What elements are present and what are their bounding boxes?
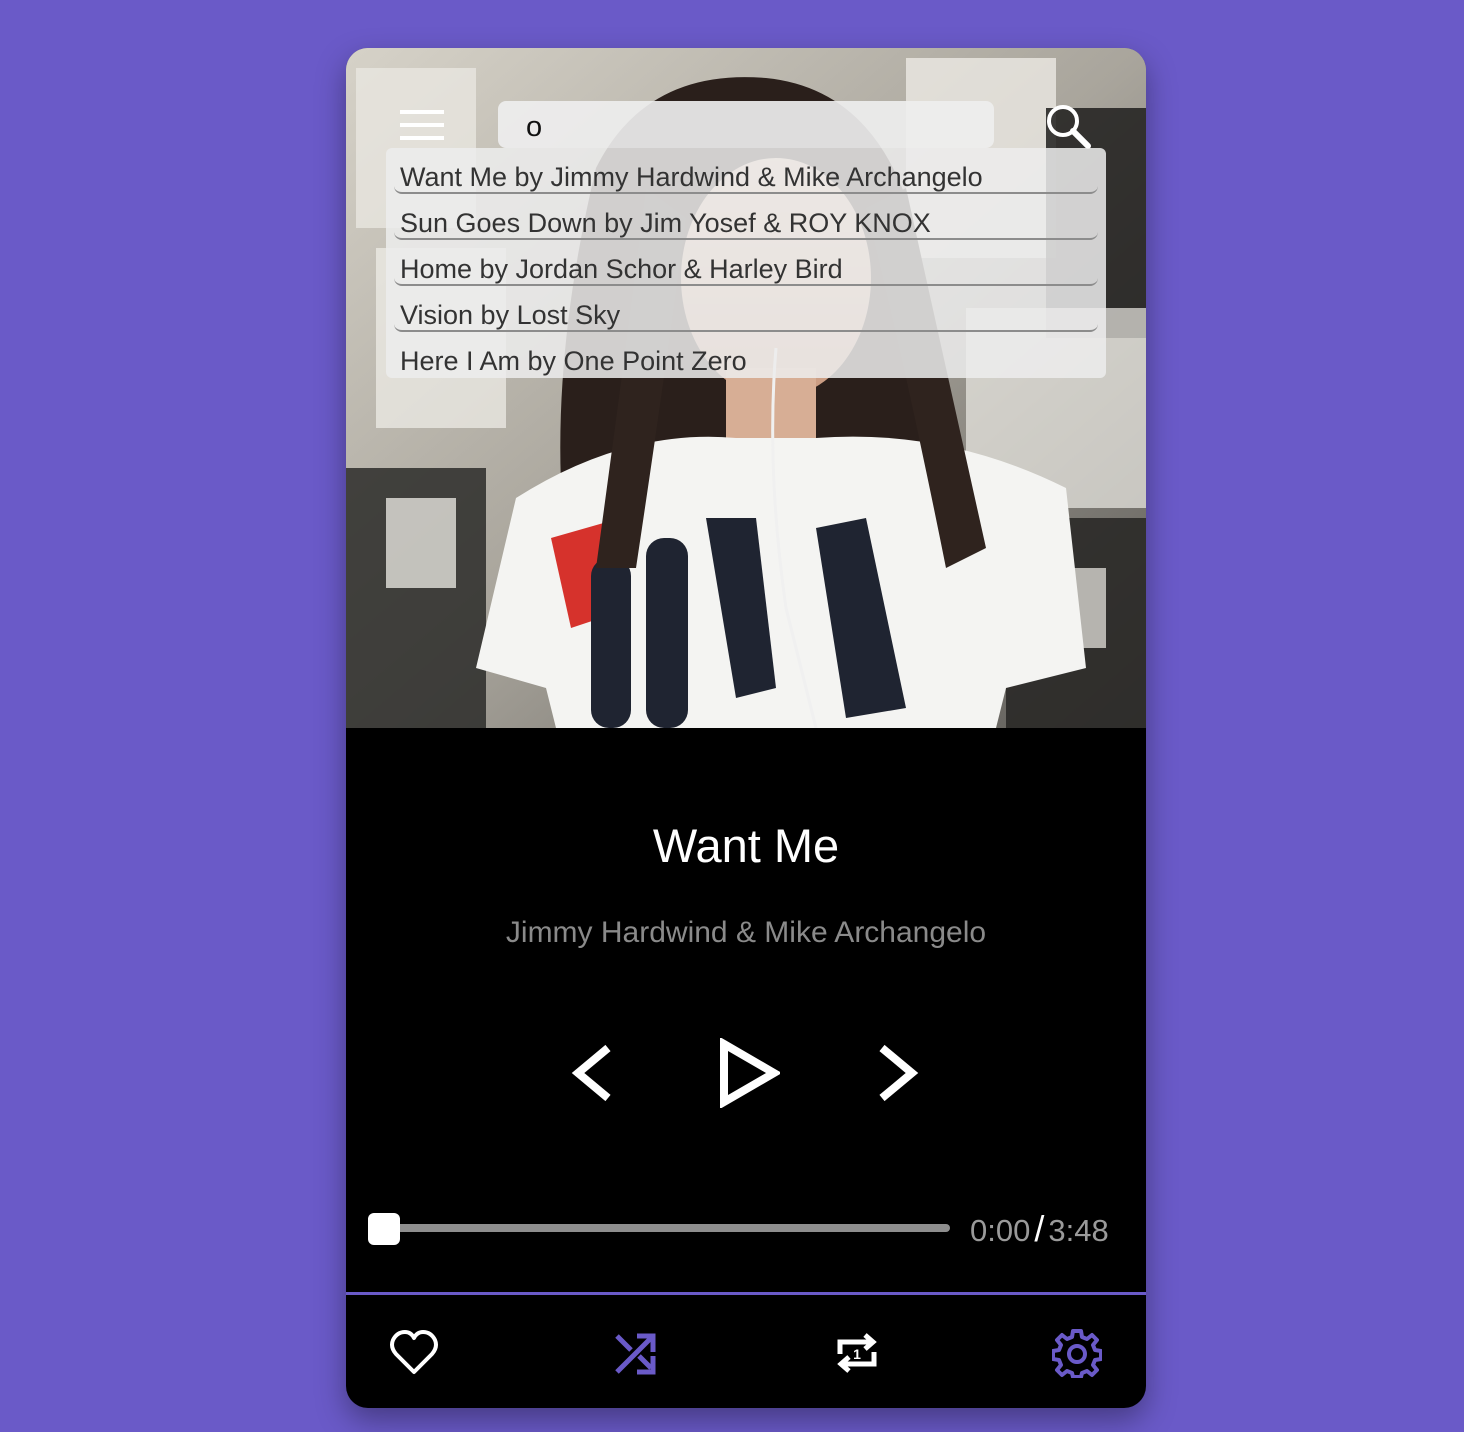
album-artwork: Want Me by Jimmy Hardwind & Mike Archang… bbox=[346, 48, 1146, 728]
play-icon[interactable] bbox=[718, 1038, 780, 1108]
svg-text:1: 1 bbox=[853, 1346, 861, 1362]
hamburger-icon[interactable] bbox=[400, 108, 444, 142]
suggestion-item[interactable]: Want Me by Jimmy Hardwind & Mike Archang… bbox=[394, 148, 1098, 194]
suggestion-item[interactable]: Home by Jordan Schor & Harley Bird bbox=[394, 240, 1098, 286]
suggestion-item[interactable]: Vision by Lost Sky bbox=[394, 286, 1098, 332]
time-display: 0:00/3:48 bbox=[970, 1208, 1109, 1250]
progress-bar[interactable] bbox=[370, 1224, 950, 1232]
current-time: 0:00 bbox=[970, 1213, 1031, 1248]
search-icon[interactable] bbox=[1044, 102, 1092, 150]
suggestion-item[interactable]: Sun Goes Down by Jim Yosef & ROY KNOX bbox=[394, 194, 1098, 240]
chevron-left-icon[interactable] bbox=[568, 1042, 620, 1104]
track-artist: Jimmy Hardwind & Mike Archangelo bbox=[505, 916, 987, 949]
gear-icon[interactable] bbox=[1052, 1328, 1102, 1378]
shuffle-icon[interactable] bbox=[611, 1328, 661, 1378]
time-separator: / bbox=[1034, 1208, 1045, 1249]
search-suggestions: Want Me by Jimmy Hardwind & Mike Archang… bbox=[386, 148, 1106, 378]
heart-icon[interactable] bbox=[389, 1328, 439, 1378]
track-title: Want Me bbox=[652, 819, 840, 872]
bottom-divider bbox=[346, 1292, 1146, 1295]
search-input[interactable] bbox=[498, 101, 994, 148]
duration: 3:48 bbox=[1048, 1213, 1109, 1248]
music-player: Want Me by Jimmy Hardwind & Mike Archang… bbox=[346, 48, 1146, 1408]
repeat-one-icon[interactable]: 1 bbox=[832, 1328, 882, 1378]
suggestion-item[interactable]: Here I Am by One Point Zero bbox=[394, 332, 1098, 378]
chevron-right-icon[interactable] bbox=[870, 1042, 922, 1104]
progress-thumb[interactable] bbox=[368, 1213, 400, 1245]
